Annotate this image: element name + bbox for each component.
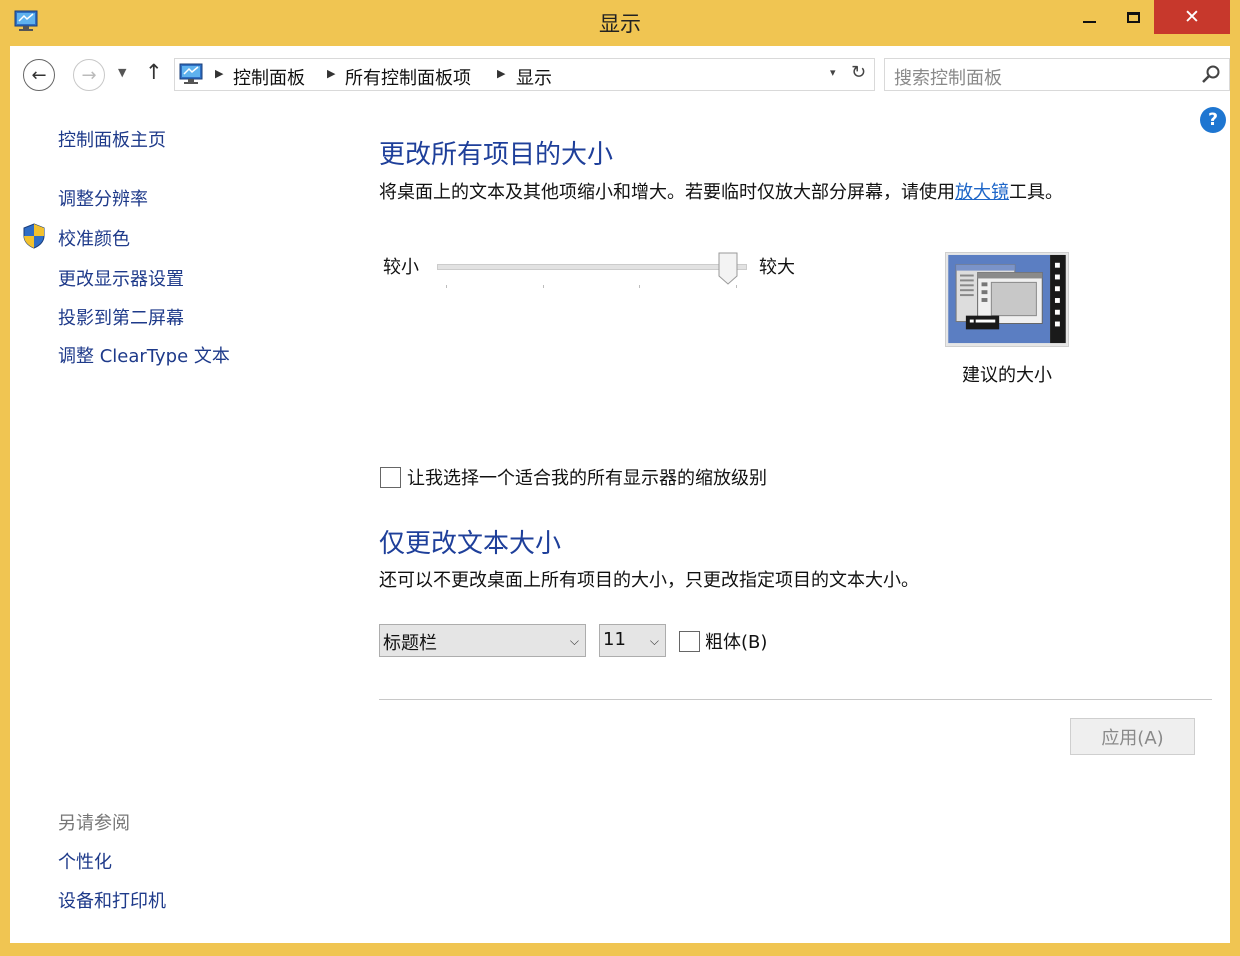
address-dropdown-icon[interactable]: ▾ — [830, 66, 836, 79]
custom-scale-checkbox[interactable] — [380, 467, 401, 488]
help-icon[interactable]: ? — [1200, 107, 1226, 133]
item-select[interactable]: 标题栏 ⌵ — [379, 624, 586, 657]
address-bar[interactable]: ▶ 控制面板 ▶ 所有控制面板项 ▶ 显示 ▾ ↻ — [174, 58, 875, 91]
maximize-icon — [1126, 11, 1140, 23]
shield-icon — [23, 223, 45, 249]
slider-min-label: 较小 — [383, 257, 419, 278]
close-button[interactable]: ✕ — [1154, 0, 1230, 34]
sidebar-item-project-second-screen[interactable]: 投影到第二屏幕 — [58, 304, 184, 330]
size-description-text: 将桌面上的文本及其他项缩小和增大。若要临时仅放大部分屏幕，请使用 — [379, 182, 955, 203]
chevron-down-icon: ⌵ — [649, 634, 659, 648]
recent-locations-button[interactable]: ▼ — [118, 66, 126, 79]
maximize-button[interactable] — [1112, 0, 1154, 34]
refresh-icon[interactable]: ↻ — [851, 62, 866, 83]
size-heading: 更改所有项目的大小 — [379, 140, 614, 170]
sidebar-home-link[interactable]: 控制面板主页 — [58, 126, 166, 152]
magnifier-link[interactable]: 放大镜 — [955, 182, 1009, 203]
slider-tick — [446, 285, 447, 288]
back-button[interactable]: ← — [23, 59, 55, 91]
arrow-up-icon: ↑ — [145, 60, 163, 84]
control-panel-icon — [179, 63, 203, 84]
control-panel-content: ← → ▼ ↑ ▶ 控制面板 ▶ 所有控制面板项 ▶ 显示 ▾ ↻ 搜索控制面板 — [10, 46, 1230, 943]
scale-preview-image — [945, 252, 1069, 347]
breadcrumb-separator-icon[interactable]: ▶ — [497, 67, 505, 80]
breadcrumb-control-panel[interactable]: 控制面板 — [233, 64, 305, 90]
close-icon: ✕ — [1184, 6, 1200, 28]
custom-scale-label[interactable]: 让我选择一个适合我的所有显示器的缩放级别 — [407, 464, 767, 490]
sidebar-item-adjust-resolution[interactable]: 调整分辨率 — [58, 185, 148, 211]
search-input[interactable]: 搜索控制面板 — [894, 64, 1002, 90]
see-also-devices-printers[interactable]: 设备和打印机 — [58, 887, 166, 913]
breadcrumb-separator-icon[interactable]: ▶ — [327, 67, 335, 80]
bold-checkbox[interactable] — [679, 631, 700, 652]
item-select-value: 标题栏 — [383, 633, 437, 654]
bold-label[interactable]: 粗体(B) — [705, 628, 767, 654]
chevron-down-icon: ▼ — [118, 66, 127, 79]
see-also-heading: 另请参阅 — [58, 813, 130, 834]
arrow-right-icon: → — [81, 64, 97, 86]
slider-tick — [639, 285, 641, 288]
search-box[interactable]: 搜索控制面板 — [884, 58, 1230, 91]
apply-button[interactable]: 应用(A) — [1070, 718, 1195, 755]
size-description: 将桌面上的文本及其他项缩小和增大。若要临时仅放大部分屏幕，请使用放大镜工具。 — [379, 178, 1063, 204]
minimize-button[interactable] — [1066, 0, 1112, 34]
window: 显示 ✕ ← → ▼ ↑ ▶ 控制面板 ▶ 所有控制面板项 ▶ 显示 ▾ ↻ 搜… — [0, 0, 1240, 956]
forward-button[interactable]: → — [73, 59, 105, 91]
search-icon[interactable] — [1201, 64, 1221, 84]
breadcrumb-display[interactable]: 显示 — [516, 64, 552, 90]
minimize-icon — [1082, 21, 1096, 23]
divider — [379, 699, 1212, 700]
slider-max-label: 较大 — [759, 257, 795, 278]
sidebar-item-cleartype[interactable]: 调整 ClearType 文本 — [58, 342, 230, 368]
sidebar-item-display-settings[interactable]: 更改显示器设置 — [58, 265, 184, 291]
breadcrumb-separator-icon[interactable]: ▶ — [215, 67, 223, 80]
font-size-select[interactable]: 11 ⌵ — [599, 624, 666, 657]
breadcrumb-all-items[interactable]: 所有控制面板项 — [345, 64, 471, 90]
see-also-personalization[interactable]: 个性化 — [58, 848, 112, 874]
font-size-value: 11 — [603, 629, 626, 650]
size-slider-thumb[interactable] — [718, 252, 738, 285]
arrow-left-icon: ← — [31, 64, 47, 86]
size-slider-track[interactable] — [437, 264, 747, 270]
slider-tick — [736, 285, 737, 288]
help-glyph: ? — [1208, 110, 1218, 130]
chevron-down-icon: ⌵ — [569, 634, 579, 648]
size-description-tail: 工具。 — [1009, 182, 1063, 203]
text-size-description: 还可以不更改桌面上所有项目的大小，只更改指定项目的文本大小。 — [379, 570, 919, 591]
preview-caption: 建议的大小 — [962, 365, 1052, 386]
sidebar-item-calibrate-color[interactable]: 校准颜色 — [58, 225, 130, 251]
window-title: 显示 — [599, 12, 641, 36]
text-size-heading: 仅更改文本大小 — [379, 529, 562, 559]
title-bar[interactable]: 显示 ✕ — [0, 0, 1240, 46]
up-button[interactable]: ↑ — [145, 60, 163, 84]
slider-tick — [542, 285, 544, 288]
